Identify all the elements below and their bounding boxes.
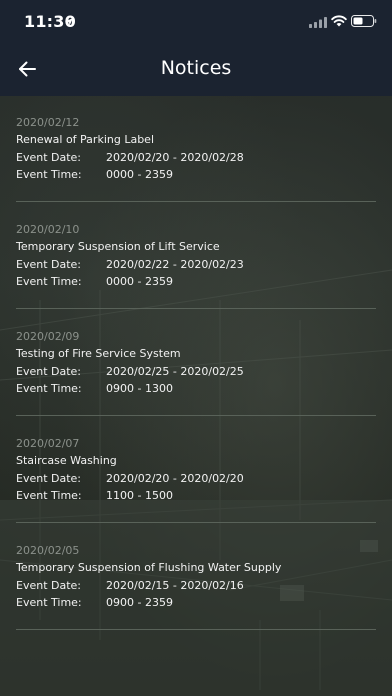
event-time-label: Event Time:: [16, 275, 82, 288]
notices-list: 2020/02/12 Renewal of Parking Label Even…: [0, 96, 392, 696]
divider: [16, 308, 376, 309]
notice-item[interactable]: 2020/02/12 Renewal of Parking Label Even…: [0, 96, 392, 203]
battery-icon: [351, 15, 377, 27]
notice-posted-date: 2020/02/09: [16, 330, 80, 343]
event-date-label: Event Date:: [16, 579, 82, 592]
notice-posted-date: 2020/02/12: [16, 116, 80, 129]
location-arrow-icon: [65, 18, 73, 26]
notice-item[interactable]: 2020/02/10 Temporary Suspension of Lift …: [0, 203, 392, 310]
event-date-label: Event Date:: [16, 472, 82, 485]
notice-title: Temporary Suspension of Lift Service: [16, 240, 220, 253]
event-time-label: Event Time:: [16, 596, 82, 609]
event-date-label: Event Date:: [16, 365, 82, 378]
notice-posted-date: 2020/02/10: [16, 223, 80, 236]
event-time-label: Event Time:: [16, 489, 82, 502]
page-title: Notices: [160, 57, 232, 79]
divider: [16, 629, 376, 630]
status-bar: 11:30: [0, 0, 392, 44]
event-date-value: 2020/02/22 - 2020/02/23: [106, 258, 244, 271]
notice-title: Renewal of Parking Label: [16, 133, 154, 146]
cellular-signal-icon: [309, 17, 327, 28]
divider: [16, 415, 376, 416]
event-time-label: Event Time:: [16, 382, 82, 395]
event-time-value: 1100 - 1500: [106, 489, 173, 502]
event-date-value: 2020/02/15 - 2020/02/16: [106, 579, 244, 592]
divider: [16, 201, 376, 202]
notice-item[interactable]: 2020/02/05 Temporary Suspension of Flush…: [0, 524, 392, 631]
navigation-bar: Notices: [0, 44, 392, 96]
event-time-value: 0000 - 2359: [106, 168, 173, 181]
app-header: 11:30 Notices: [0, 0, 392, 96]
event-time-value: 0000 - 2359: [106, 275, 173, 288]
notice-posted-date: 2020/02/07: [16, 437, 80, 450]
event-date-value: 2020/02/20 - 2020/02/20: [106, 472, 244, 485]
event-date-value: 2020/02/20 - 2020/02/28: [106, 151, 244, 164]
notice-item[interactable]: 2020/02/09 Testing of Fire Service Syste…: [0, 310, 392, 417]
wifi-icon: [331, 15, 347, 27]
notice-title: Temporary Suspension of Flushing Water S…: [16, 561, 282, 574]
event-date-label: Event Date:: [16, 258, 82, 271]
event-time-value: 0900 - 2359: [106, 596, 173, 609]
event-date-label: Event Date:: [16, 151, 82, 164]
notice-title: Testing of Fire Service System: [16, 347, 181, 360]
divider: [16, 522, 376, 523]
event-date-value: 2020/02/25 - 2020/02/25: [106, 365, 244, 378]
notice-item[interactable]: 2020/02/07 Staircase Washing Event Date:…: [0, 417, 392, 524]
notice-posted-date: 2020/02/05: [16, 544, 80, 557]
event-time-label: Event Time:: [16, 168, 82, 181]
event-time-value: 0900 - 1300: [106, 382, 173, 395]
notice-title: Staircase Washing: [16, 454, 117, 467]
